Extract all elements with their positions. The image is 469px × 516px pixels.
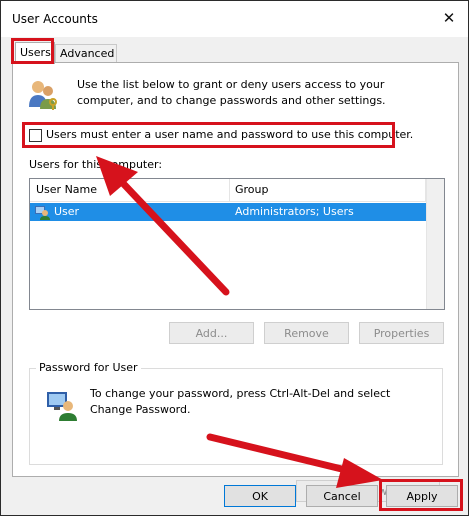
title-bar: User Accounts ✕ (1, 1, 468, 37)
table-row[interactable]: User Administrators; Users (30, 203, 426, 221)
user-name-cell: User (54, 205, 80, 218)
users-list[interactable]: User Name Group User Administrators; Use… (29, 178, 445, 310)
list-scrollbar[interactable] (426, 179, 444, 309)
apply-highlight (379, 479, 463, 511)
password-groupbox: Password for User To change your passwor… (29, 361, 443, 502)
users-tab-highlight (11, 38, 54, 64)
user-monitor-icon (47, 392, 77, 421)
intro-text: Use the list below to grant or deny user… (77, 78, 386, 107)
tab-advanced[interactable]: Advanced (55, 44, 117, 63)
user-accounts-window: User Accounts ✕ Users Advanced Use the l… (0, 0, 469, 516)
ok-button[interactable]: OK (224, 485, 296, 507)
column-group[interactable]: Group (229, 179, 426, 201)
column-user-name[interactable]: User Name (30, 179, 230, 201)
password-groupbox-title: Password for User (36, 361, 141, 374)
remove-button[interactable]: Remove (264, 322, 349, 344)
users-section-label: Users for this computer: (29, 158, 163, 171)
cancel-button[interactable]: Cancel (306, 485, 378, 507)
close-button[interactable]: ✕ (438, 7, 460, 29)
tab-advanced-label: Advanced (60, 47, 115, 60)
user-icon (35, 206, 50, 220)
properties-button[interactable]: Properties (359, 322, 444, 344)
checkbox-highlight (22, 122, 395, 148)
user-group-cell: Administrators; Users (235, 205, 354, 218)
password-instructions: To change your password, press Ctrl-Alt-… (90, 387, 391, 416)
list-header: User Name Group (30, 179, 444, 202)
window-title: User Accounts (12, 12, 98, 26)
users-keys-icon (29, 81, 57, 110)
add-button[interactable]: Add... (169, 322, 254, 344)
